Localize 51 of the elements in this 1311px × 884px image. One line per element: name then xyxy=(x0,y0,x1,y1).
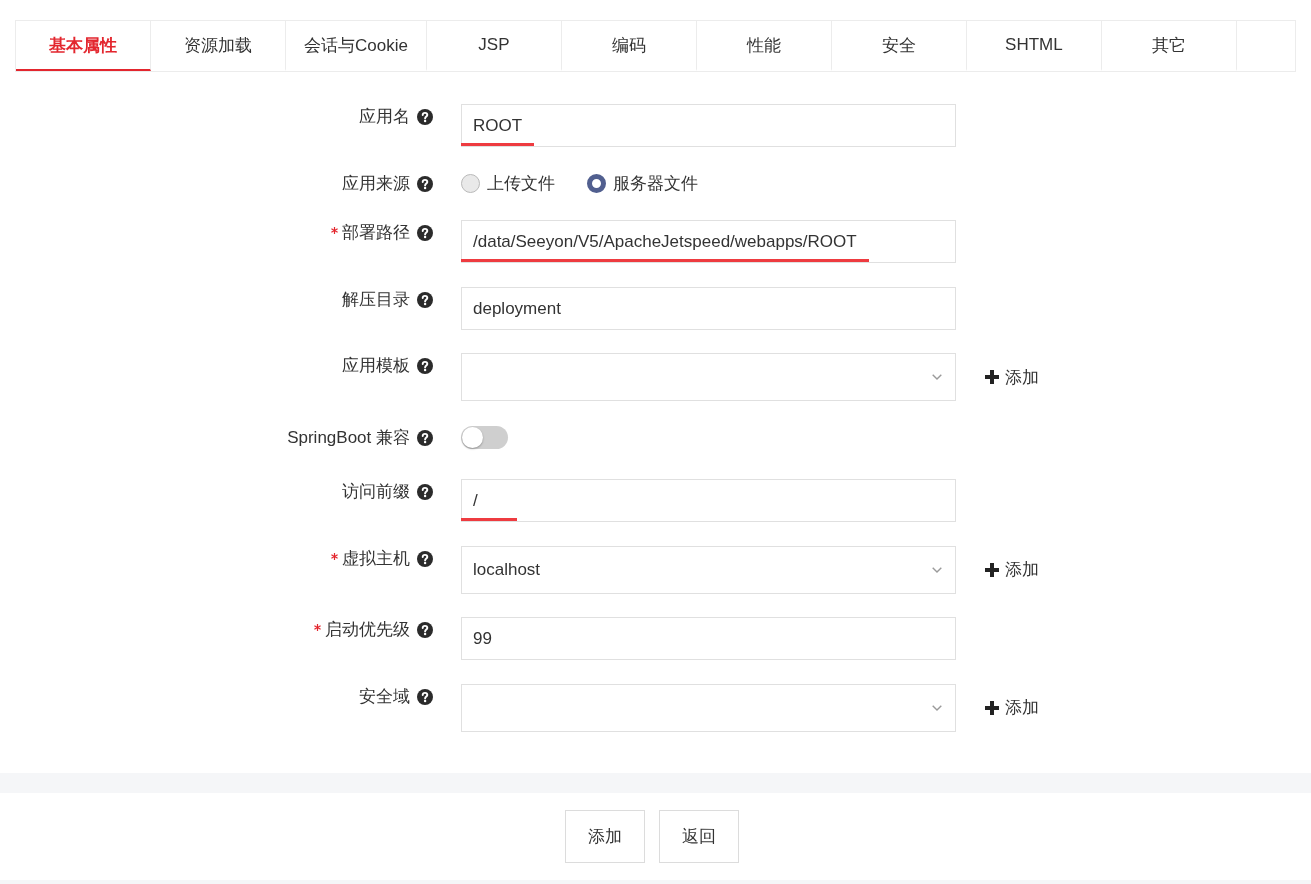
field-label: 访问前缀 xyxy=(342,481,410,503)
help-icon xyxy=(417,622,433,638)
add-link[interactable]: 添加 xyxy=(985,558,1039,581)
field-label: 虚拟主机 xyxy=(342,547,410,570)
help-icon xyxy=(417,484,433,500)
chevron-down-icon xyxy=(932,704,942,711)
field-label: 应用来源 xyxy=(342,172,410,195)
tab[interactable]: JSP xyxy=(426,21,562,71)
help-icon xyxy=(417,175,433,192)
plus-icon xyxy=(985,370,999,384)
chevron-down-icon xyxy=(932,374,942,380)
help-icon xyxy=(417,429,433,446)
input-field[interactable]: 99 xyxy=(461,617,956,660)
field-label: 安全域 xyxy=(359,685,410,708)
help-icon xyxy=(417,550,433,567)
field-label: 启动优先级 xyxy=(325,619,410,641)
tab[interactable]: 会话与Cookie xyxy=(286,21,427,71)
help-icon xyxy=(417,291,433,308)
tab[interactable]: 性能 xyxy=(696,21,832,71)
help-icon xyxy=(417,688,433,705)
tab[interactable]: 编码 xyxy=(561,21,697,71)
radio-option[interactable]: 上传文件 xyxy=(461,172,555,195)
field-label: 部署路径 xyxy=(342,222,410,244)
add-link[interactable]: 添加 xyxy=(985,365,1039,389)
dropdown-field[interactable]: localhost xyxy=(461,545,956,594)
help-icon xyxy=(417,225,433,241)
field-label: 应用名 xyxy=(359,106,410,128)
footer-button[interactable]: 添加 xyxy=(565,809,645,863)
plus-icon xyxy=(985,700,999,715)
input-field[interactable]: ROOT xyxy=(461,104,956,147)
input-field[interactable]: /data/Seeyon/V5/ApacheJetspeed/webapps/ROOT xyxy=(461,220,956,263)
tab[interactable]: 基本属性 xyxy=(16,21,151,71)
tab[interactable]: 其它 xyxy=(1101,21,1237,71)
help-icon xyxy=(417,109,433,125)
help-icon xyxy=(417,358,433,374)
plus-icon xyxy=(985,562,999,577)
input-field[interactable]: / xyxy=(461,479,956,522)
tab[interactable]: SHTML xyxy=(966,21,1102,71)
field-label: SpringBoot 兼容 xyxy=(287,426,410,449)
footer-button[interactable]: 返回 xyxy=(659,809,739,863)
add-link[interactable]: 添加 xyxy=(985,696,1039,719)
toggle-switch[interactable] xyxy=(461,425,508,449)
input-field[interactable]: deployment xyxy=(461,286,956,330)
radio-option[interactable]: 服务器文件 xyxy=(587,172,698,195)
dropdown-field[interactable] xyxy=(461,683,956,732)
tab[interactable]: 安全 xyxy=(831,21,967,71)
dropdown-field[interactable] xyxy=(461,353,956,401)
field-label: 应用模板 xyxy=(342,355,410,377)
chevron-down-icon xyxy=(932,566,942,573)
field-label: 解压目录 xyxy=(342,288,410,311)
tab[interactable]: 资源加载 xyxy=(151,21,286,71)
